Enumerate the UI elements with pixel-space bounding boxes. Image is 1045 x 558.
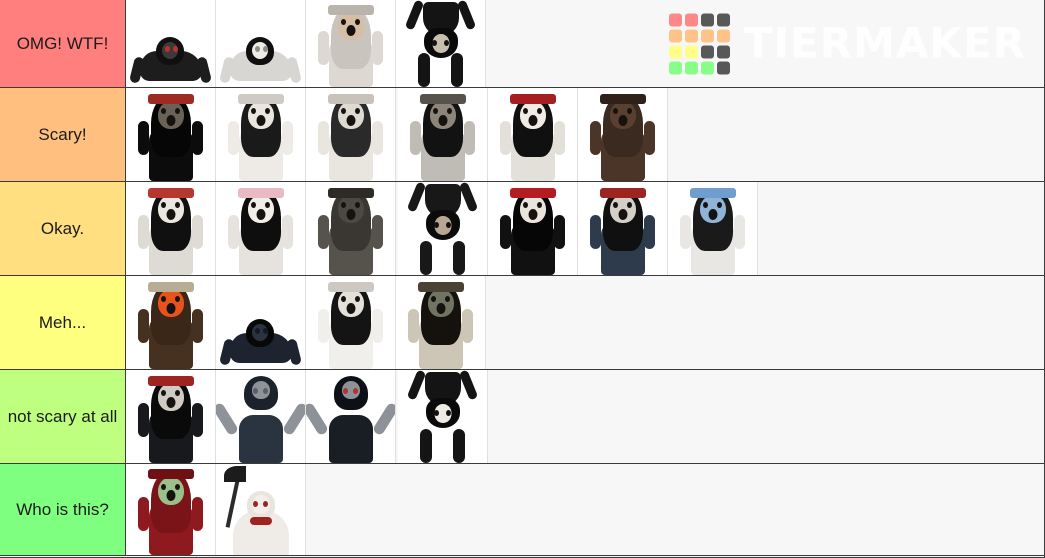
character-art bbox=[398, 88, 487, 181]
tier-item-grey-ghost-woman-spikes[interactable] bbox=[398, 88, 488, 181]
tier-item-black-hair-crouching-figure[interactable] bbox=[216, 276, 306, 369]
character-art bbox=[216, 88, 305, 181]
tier-item-black-sideways-creature[interactable] bbox=[398, 370, 488, 463]
tier-item-crawling-shadow-creature[interactable] bbox=[126, 0, 216, 87]
tier-item-grey-caped-creature[interactable] bbox=[216, 370, 306, 463]
character-art bbox=[306, 370, 395, 463]
tier-item-grey-hooded-faceless[interactable] bbox=[306, 182, 396, 275]
character-art bbox=[126, 182, 215, 275]
tier-items-dropzone[interactable] bbox=[126, 88, 1044, 181]
tier-items-dropzone[interactable] bbox=[126, 464, 1044, 555]
tier-row: Okay. bbox=[0, 182, 1044, 276]
tier-list-container: OMG! WTF! TIERMAKER Scary! Okay. Meh... not s… bbox=[0, 0, 1045, 558]
tier-item-brown-faceless-zombie[interactable] bbox=[578, 88, 668, 181]
tier-items-dropzone[interactable] bbox=[126, 0, 1044, 87]
character-art bbox=[398, 370, 487, 463]
tier-item-white-skeleton-dress-bride[interactable] bbox=[216, 88, 306, 181]
tier-item-suited-masked-man[interactable] bbox=[126, 88, 216, 181]
tier-items-dropzone[interactable] bbox=[126, 370, 1044, 463]
character-art bbox=[216, 182, 305, 275]
tier-item-pink-hat-white-dress-girl[interactable] bbox=[216, 182, 306, 275]
tier-row: Meh... bbox=[0, 276, 1044, 370]
tier-item-red-hooded-green-face[interactable] bbox=[126, 464, 216, 555]
character-art bbox=[578, 88, 667, 181]
character-art bbox=[398, 182, 487, 275]
tier-row: Who is this? bbox=[0, 464, 1044, 556]
character-art bbox=[126, 0, 215, 87]
character-art bbox=[126, 370, 215, 463]
tier-item-antler-hanging-figure[interactable] bbox=[396, 0, 486, 87]
character-art bbox=[216, 464, 305, 555]
tier-item-long-hair-crawler-girl[interactable] bbox=[216, 0, 306, 87]
tier-item-flower-crown-banjo-skull[interactable] bbox=[126, 182, 216, 275]
character-art bbox=[216, 0, 305, 87]
tier-label[interactable]: Meh... bbox=[0, 276, 126, 369]
tier-label[interactable]: Who is this? bbox=[0, 464, 126, 555]
character-art bbox=[306, 182, 395, 275]
tier-item-scythe-wielding-reaper-girl[interactable] bbox=[216, 464, 306, 555]
character-art bbox=[126, 88, 215, 181]
tier-items-dropzone[interactable] bbox=[126, 276, 1044, 369]
tier-label[interactable]: OMG! WTF! bbox=[0, 0, 126, 87]
tier-label[interactable]: not scary at all bbox=[0, 370, 126, 463]
tier-items-dropzone[interactable] bbox=[126, 182, 1044, 275]
tier-item-blue-skin-screaming-ghost[interactable] bbox=[668, 182, 758, 275]
tier-item-red-sash-doll-girl[interactable] bbox=[488, 88, 578, 181]
tier-item-pumpkin-head-scarecrow[interactable] bbox=[126, 276, 216, 369]
character-art bbox=[126, 464, 215, 555]
character-art bbox=[216, 370, 305, 463]
tier-item-blue-dress-bloody-face-girl[interactable] bbox=[578, 182, 668, 275]
tier-label[interactable]: Scary! bbox=[0, 88, 126, 181]
tier-item-wide-hat-witch-woman[interactable] bbox=[126, 370, 216, 463]
tier-row: Scary! bbox=[0, 88, 1044, 182]
tier-item-top-hat-gentleman-vampire[interactable] bbox=[488, 182, 578, 275]
character-art bbox=[488, 88, 577, 181]
character-art bbox=[216, 276, 305, 369]
tier-item-twig-crown-dark-figure[interactable] bbox=[396, 276, 486, 369]
character-art bbox=[578, 182, 667, 275]
character-art bbox=[306, 88, 395, 181]
tier-item-samurai-scythes-warrior[interactable] bbox=[306, 370, 396, 463]
tier-row: OMG! WTF! TIERMAKER bbox=[0, 0, 1044, 88]
tier-item-white-skeleton-robe-figure[interactable] bbox=[306, 88, 396, 181]
tier-row: not scary at all bbox=[0, 370, 1044, 464]
character-art bbox=[306, 0, 395, 87]
tier-item-white-mask-screaming-woman[interactable] bbox=[306, 276, 396, 369]
character-art bbox=[668, 182, 757, 275]
character-art bbox=[488, 182, 577, 275]
character-art bbox=[306, 276, 395, 369]
character-art bbox=[126, 276, 215, 369]
tier-item-pale-screaming-doll[interactable] bbox=[306, 0, 396, 87]
character-art bbox=[396, 276, 485, 369]
tier-label[interactable]: Okay. bbox=[0, 182, 126, 275]
character-art bbox=[396, 0, 485, 87]
tier-item-black-furry-hanging-beast[interactable] bbox=[398, 182, 488, 275]
